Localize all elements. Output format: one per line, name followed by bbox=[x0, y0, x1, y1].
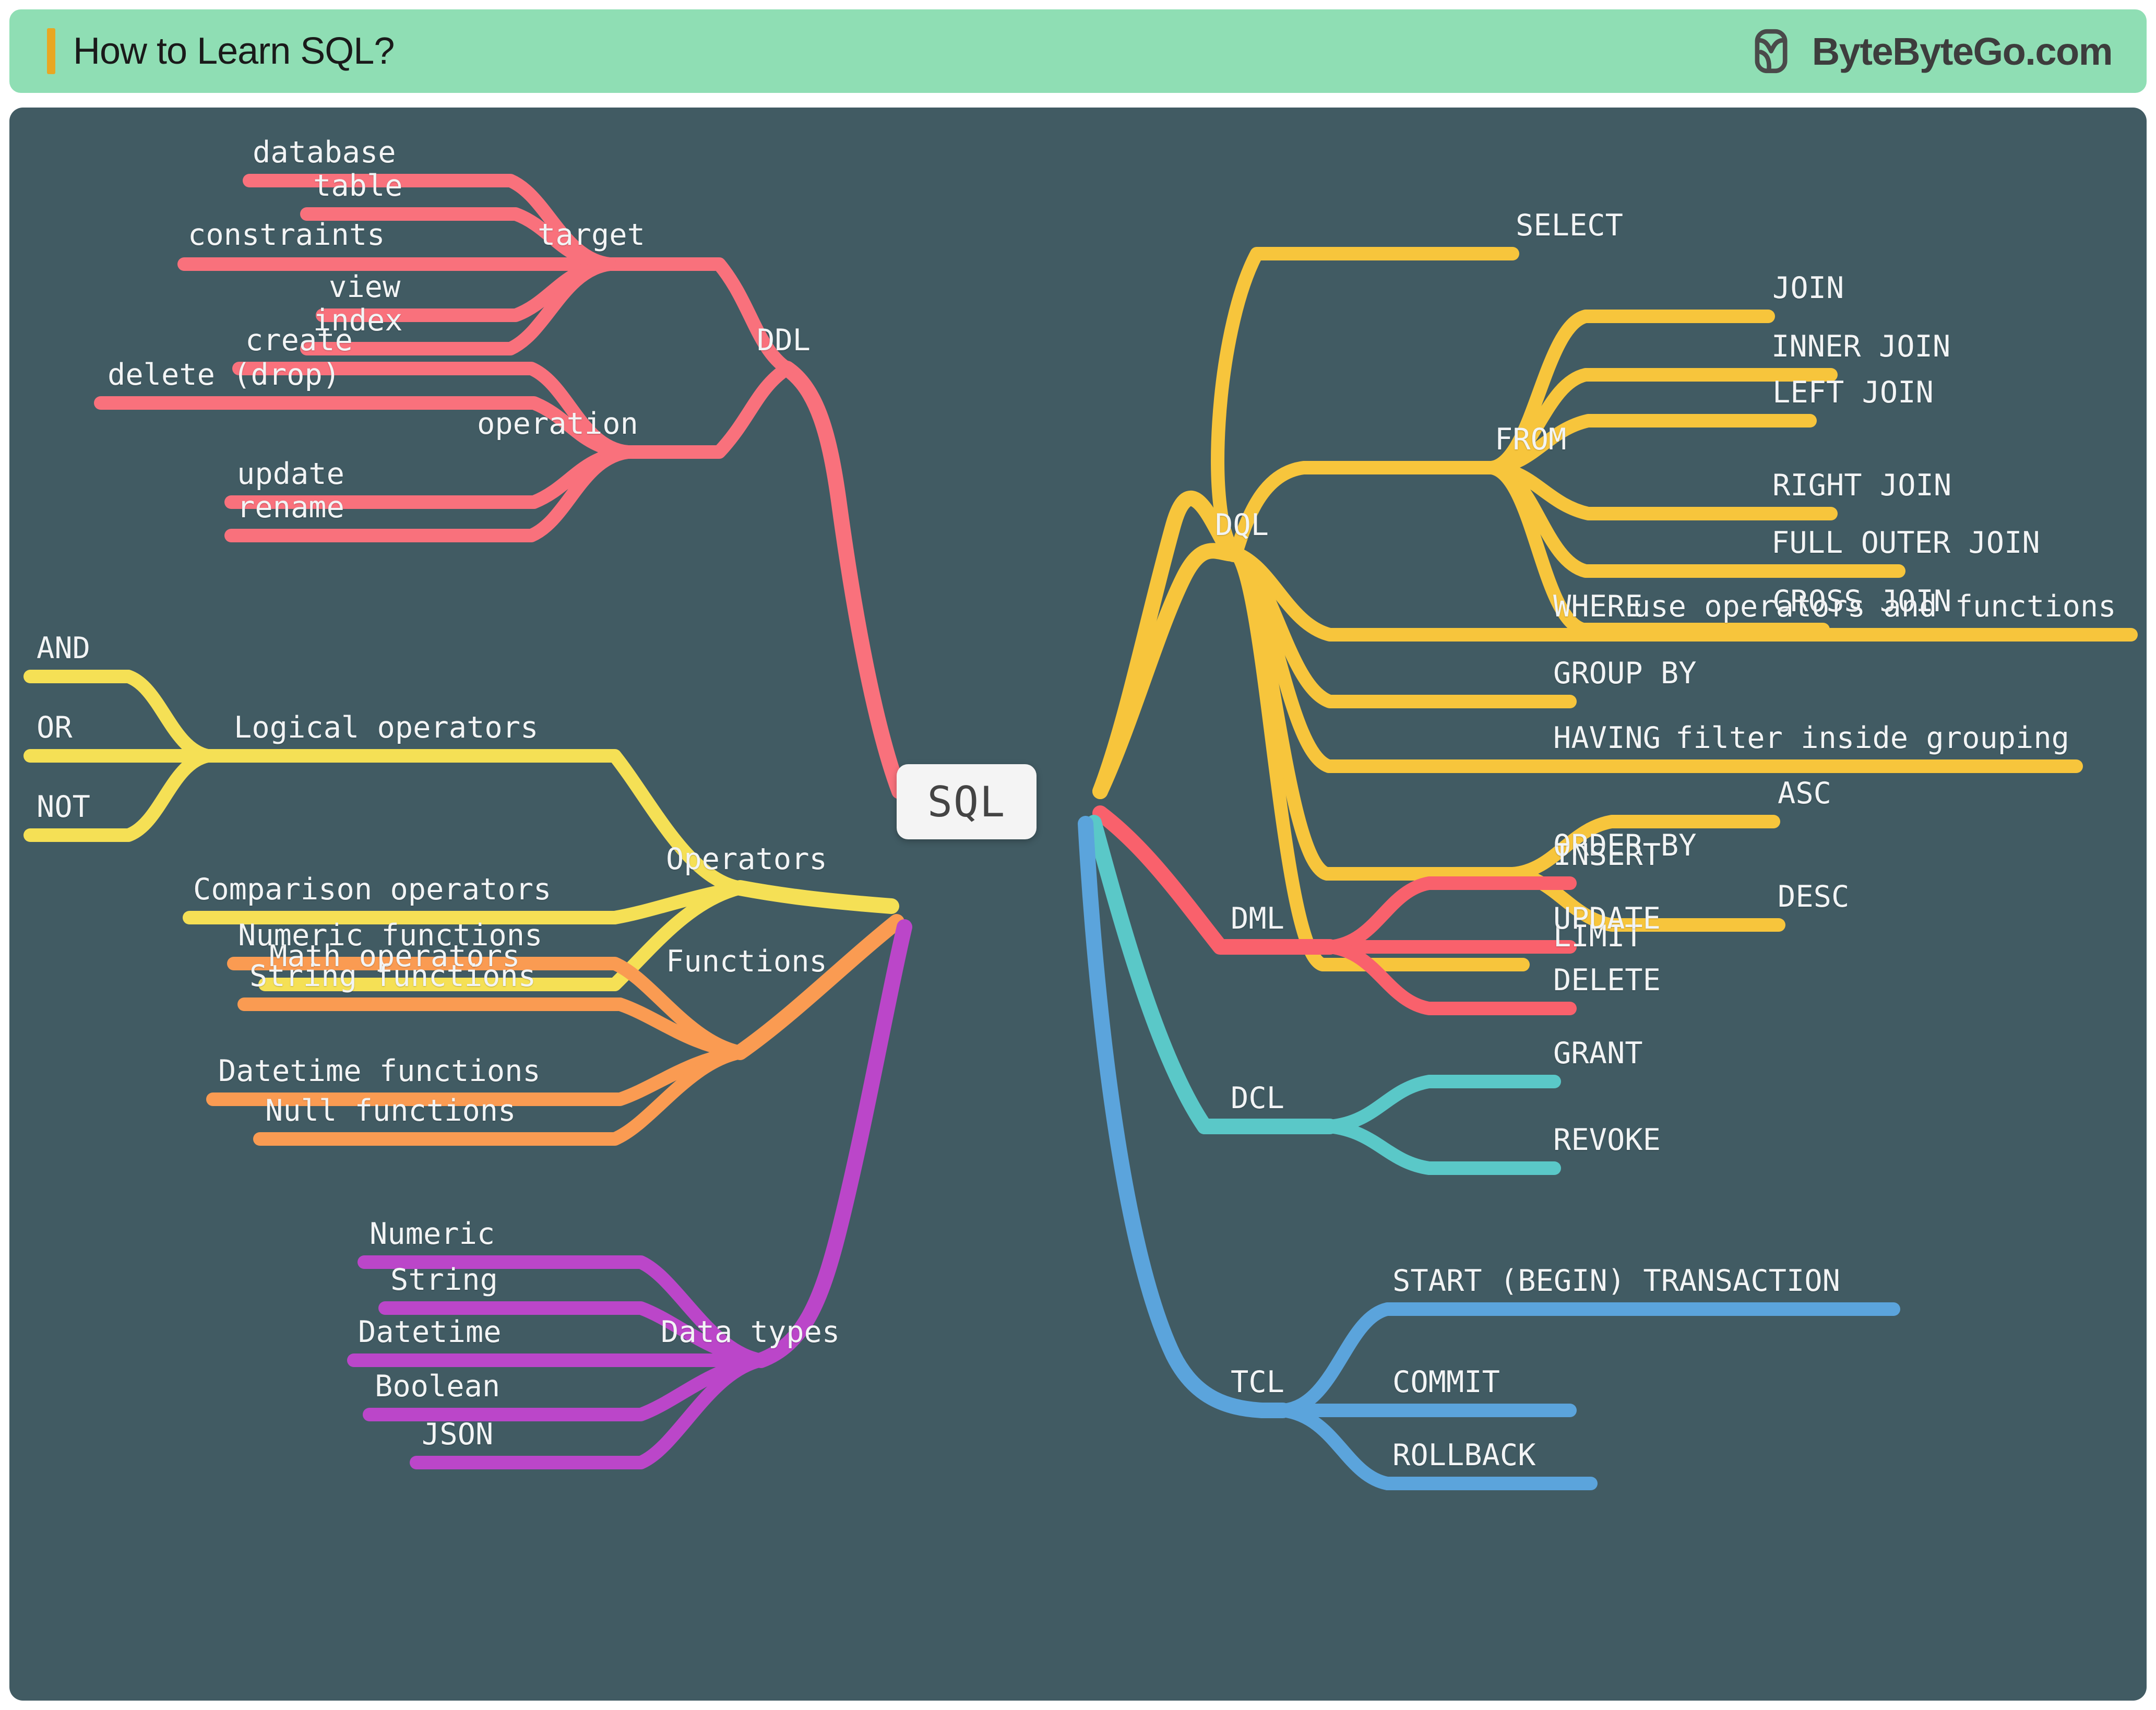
node-ddl[interactable]: DDL bbox=[757, 326, 811, 355]
node-numeric-functions[interactable]: Numeric functions bbox=[238, 921, 542, 951]
node-data-types[interactable]: Data types bbox=[661, 1317, 840, 1347]
node-operator-or[interactable]: OR bbox=[37, 713, 73, 743]
node-dql-having-note: filter inside grouping bbox=[1675, 721, 2069, 755]
node-ddl-table[interactable]: table bbox=[313, 171, 403, 201]
node-dml-insert[interactable]: INSERT bbox=[1553, 840, 1661, 870]
node-dml-update[interactable]: UPDATE bbox=[1553, 904, 1661, 934]
node-null-functions[interactable]: Null functions bbox=[265, 1096, 516, 1126]
mindmap-canvas: SQL DDL target database table constraint… bbox=[9, 108, 2147, 1701]
node-comparison-operators[interactable]: Comparison operators bbox=[193, 875, 551, 905]
title-accent-bar bbox=[47, 28, 55, 74]
node-operator-and[interactable]: AND bbox=[37, 634, 90, 663]
node-ddl-view[interactable]: view bbox=[329, 272, 400, 302]
node-ddl-delete-drop[interactable]: delete (drop) bbox=[108, 360, 340, 390]
node-ddl-database[interactable]: database bbox=[253, 138, 396, 168]
edge-dcl-grant bbox=[1323, 1075, 1561, 1133]
node-dml[interactable]: DML bbox=[1231, 904, 1284, 934]
node-dql-join[interactable]: JOIN bbox=[1772, 274, 1844, 303]
node-ddl-update[interactable]: update bbox=[237, 459, 344, 489]
node-dql-where[interactable]: WHERE bbox=[1553, 592, 1643, 622]
node-dql-select[interactable]: SELECT bbox=[1516, 211, 1623, 241]
node-dcl-revoke[interactable]: REVOKE bbox=[1553, 1125, 1661, 1155]
node-dql-where-note: use operators and functions bbox=[1633, 589, 2116, 624]
node-dql-full-outer-join[interactable]: FULL OUTER JOIN bbox=[1771, 528, 2040, 558]
node-datatype-json[interactable]: JSON bbox=[422, 1420, 493, 1450]
edge-root-ddl bbox=[779, 361, 907, 799]
node-tcl-rollback[interactable]: ROLLBACK bbox=[1392, 1441, 1536, 1470]
node-ddl-target[interactable]: target bbox=[538, 220, 645, 250]
node-tcl[interactable]: TCL bbox=[1231, 1368, 1284, 1397]
edge-dcl-revoke bbox=[1323, 1120, 1561, 1175]
node-dcl-grant[interactable]: GRANT bbox=[1553, 1039, 1643, 1068]
node-dql-asc[interactable]: ASC bbox=[1778, 779, 1831, 809]
edge-dml-insert bbox=[1323, 876, 1577, 954]
edge-dql-from bbox=[1229, 461, 1498, 560]
node-dml-delete[interactable]: DELETE bbox=[1553, 966, 1661, 995]
root-node-sql[interactable]: SQL bbox=[897, 764, 1037, 839]
node-functions[interactable]: Functions bbox=[666, 947, 827, 977]
edge-ddl-operation bbox=[621, 362, 794, 459]
node-ddl-operation[interactable]: operation bbox=[477, 409, 638, 439]
page-title: How to Learn SQL? bbox=[73, 30, 395, 72]
node-string-functions[interactable]: String functions bbox=[249, 961, 536, 991]
page-header: How to Learn SQL? ByteByteGo.com bbox=[9, 9, 2147, 93]
node-ddl-constraints[interactable]: constraints bbox=[188, 220, 385, 250]
node-ddl-create[interactable]: create bbox=[245, 326, 353, 355]
edge-operators-logical bbox=[201, 749, 747, 895]
node-dql-desc[interactable]: DESC bbox=[1778, 882, 1849, 912]
node-dql-right-join[interactable]: RIGHT JOIN bbox=[1772, 471, 1951, 501]
edge-root-dql-2 bbox=[1092, 543, 1244, 799]
node-dql[interactable]: DQL bbox=[1215, 510, 1269, 540]
node-dql-group-by[interactable]: GROUP BY bbox=[1553, 659, 1697, 688]
node-logical-operators[interactable]: Logical operators bbox=[234, 713, 538, 743]
edge-dml-delete bbox=[1323, 940, 1577, 1015]
brand: ByteByteGo.com bbox=[1754, 29, 2113, 74]
brand-name: ByteByteGo.com bbox=[1812, 29, 2113, 73]
node-datatype-numeric[interactable]: Numeric bbox=[370, 1219, 495, 1249]
node-tcl-start-transaction[interactable]: START (BEGIN) TRANSACTION bbox=[1392, 1266, 1840, 1296]
node-dql-from[interactable]: FROM bbox=[1495, 425, 1566, 455]
edge-tcl-start-transaction bbox=[1276, 1302, 1900, 1417]
edge-root-functions bbox=[732, 914, 904, 1060]
node-datatype-boolean[interactable]: Boolean bbox=[375, 1372, 500, 1402]
node-tcl-commit[interactable]: COMMIT bbox=[1392, 1368, 1500, 1397]
node-operators[interactable]: Operators bbox=[666, 845, 827, 874]
bytebytego-logo-icon bbox=[1755, 29, 1788, 74]
edge-root-operators bbox=[732, 880, 899, 914]
node-dcl[interactable]: DCL bbox=[1231, 1084, 1284, 1113]
root-node-label: SQL bbox=[927, 777, 1006, 826]
node-operator-not[interactable]: NOT bbox=[37, 792, 90, 822]
mindmap-page: How to Learn SQL? ByteByteGo.com SQL DDL… bbox=[0, 0, 2156, 1710]
node-dql-having[interactable]: HAVING bbox=[1553, 723, 1661, 753]
node-datatype-string[interactable]: String bbox=[390, 1265, 498, 1295]
node-ddl-rename[interactable]: rename bbox=[237, 493, 344, 522]
node-dql-left-join[interactable]: LEFT JOIN bbox=[1772, 378, 1934, 408]
node-datetime-functions[interactable]: Datetime functions bbox=[218, 1056, 541, 1086]
edge-root-datatypes bbox=[753, 919, 912, 1368]
node-dql-inner-join[interactable]: INNER JOIN bbox=[1771, 332, 1950, 362]
node-datatype-datetime[interactable]: Datetime bbox=[358, 1317, 502, 1347]
